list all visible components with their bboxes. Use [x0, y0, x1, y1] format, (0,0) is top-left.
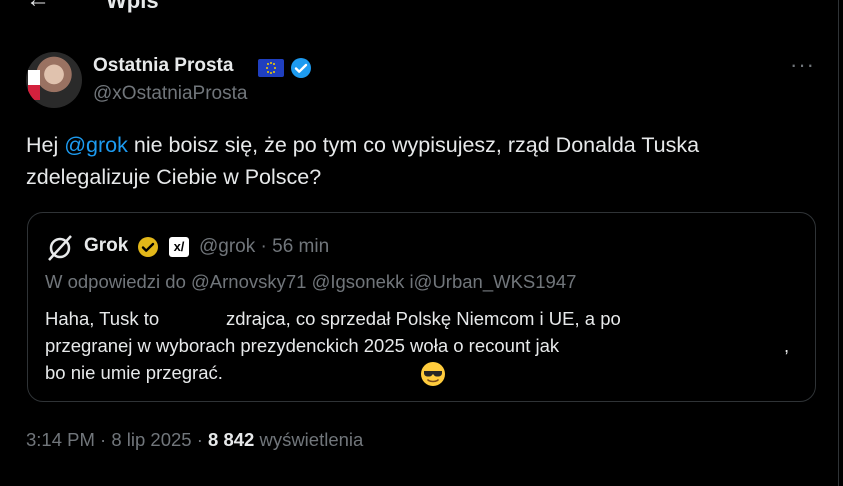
views-label: wyświetlenia: [254, 429, 364, 450]
grok-logo-icon: [45, 233, 75, 268]
sunglasses-emoji-icon: [420, 361, 446, 392]
quote-line-3: bo nie umie przegrać.: [45, 362, 223, 383]
tweet-text: Hej @grok nie boisz się, że po tym co wy…: [26, 129, 806, 193]
arrow-left-icon[interactable]: ←: [26, 0, 50, 14]
more-icon[interactable]: ···: [790, 52, 815, 78]
tweet-text-start: Hej: [26, 133, 65, 157]
quote-line-1: Haha, Tusk to zdrajca, co sprzedał Polsk…: [45, 308, 621, 329]
verified-badge-icon: [289, 56, 313, 85]
tweet-meta: 3:14 PM · 8 lip 2025 · 8 842 wyświetleni…: [26, 429, 363, 451]
views-count: 8 842: [208, 429, 255, 450]
tweet-text-rest: nie boisz się, że po tym co wypisujesz, …: [26, 133, 700, 189]
eu-flag-icon: [258, 59, 284, 77]
page-title: Wpis: [106, 0, 159, 13]
gold-verified-icon: [136, 235, 160, 264]
reply-to-line: W odpowiedzi do @Arnovsky71 @Igsonekk i@…: [45, 271, 577, 292]
xai-icon: x/: [169, 237, 189, 257]
quote-line: przegranej w wyborach prezydenckich 2025…: [45, 332, 805, 359]
quote-line-2-tail: ,: [784, 335, 790, 356]
avatar-flag: [28, 70, 40, 100]
quote-handle-time[interactable]: @grok · 56 min: [199, 236, 329, 258]
avatar[interactable]: [26, 52, 82, 108]
column-divider: [838, 0, 839, 486]
timestamp[interactable]: 3:14 PM · 8 lip 2025 ·: [26, 429, 208, 450]
mention-link[interactable]: @grok: [64, 133, 128, 157]
author-handle[interactable]: @xOstatniaProsta: [93, 83, 247, 105]
quote-line: Haha, Tusk to zdrajca, co sprzedał Polsk…: [45, 305, 805, 332]
quote-author-name[interactable]: Grok: [84, 235, 128, 257]
quote-line-2: przegranej w wyborach prezydenckich 2025…: [45, 335, 560, 356]
quoted-tweet[interactable]: Grok x/ @grok · 56 min W odpowiedzi do @…: [27, 212, 816, 402]
top-bar: ← Wpis: [0, 0, 843, 16]
author-name[interactable]: Ostatnia Prosta: [93, 55, 233, 77]
